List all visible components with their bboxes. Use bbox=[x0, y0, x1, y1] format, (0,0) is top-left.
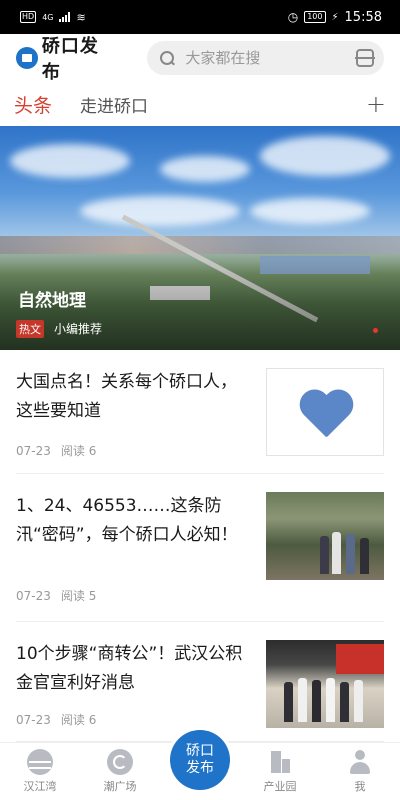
search-bar[interactable] bbox=[147, 41, 384, 75]
person-figure bbox=[360, 538, 369, 574]
logo-badge-icon bbox=[16, 47, 38, 69]
signal-icon bbox=[59, 12, 71, 22]
person-figure bbox=[320, 536, 329, 574]
logo-text: 硚口发布 bbox=[41, 36, 99, 83]
square-icon bbox=[107, 749, 133, 775]
news-item[interactable]: 10个步骤“商转公”！武汉公积金官宣利好消息 07-23 阅读 6 bbox=[16, 622, 384, 742]
alarm-icon: ◷ bbox=[287, 10, 299, 24]
nav-trend-square[interactable]: 潮广场 bbox=[80, 743, 160, 800]
news-title: 10个步骤“商转公”！武汉公积金官宣利好消息 bbox=[16, 644, 243, 693]
news-meta: 07-23 阅读 5 bbox=[16, 587, 96, 604]
status-bar: HD 4G ≋ ◷ 100 ⚡ 15:58 bbox=[0, 0, 400, 34]
charging-icon: ⚡ bbox=[331, 11, 339, 23]
news-item[interactable]: 1、24、46553……这条防汛“密码”，每个硚口人必知！ 07-23 阅读 5 bbox=[16, 474, 384, 622]
network-type: 4G bbox=[42, 12, 54, 22]
scan-icon[interactable] bbox=[355, 49, 375, 67]
cloud-shape bbox=[80, 196, 240, 226]
hd-indicator: HD bbox=[20, 11, 37, 23]
person-figure bbox=[326, 678, 335, 722]
cloud-shape bbox=[250, 198, 370, 224]
news-date: 07-23 bbox=[16, 713, 51, 727]
news-reads: 阅读 6 bbox=[60, 444, 97, 458]
nav-hanjiang-bay[interactable]: 汉江湾 bbox=[0, 743, 80, 800]
cloud-shape bbox=[160, 156, 250, 182]
app-logo[interactable]: 硚口发布 bbox=[16, 32, 117, 84]
center-publish-button[interactable]: 硚口发布 bbox=[170, 730, 230, 790]
nav-me[interactable]: 我 bbox=[320, 743, 400, 800]
cloud-shape bbox=[260, 136, 390, 176]
nav-label: 产业园 bbox=[263, 780, 297, 793]
news-reads: 阅读 6 bbox=[60, 713, 97, 727]
person-figure bbox=[298, 678, 307, 722]
featured-banner[interactable]: 自然地理 热文 小编推荐 bbox=[0, 126, 400, 350]
hot-tag-badge: 热文 bbox=[16, 320, 44, 338]
person-figure bbox=[284, 682, 293, 722]
person-figure bbox=[332, 532, 341, 574]
nav-label: 汉江湾 bbox=[23, 780, 57, 793]
news-title: 1、24、46553……这条防汛“密码”，每个硚口人必知！ bbox=[16, 496, 238, 545]
city-skyline bbox=[0, 236, 400, 254]
channel-tabs: 头条 走进硚口 + bbox=[0, 82, 400, 126]
banner-title: 自然地理 bbox=[18, 291, 86, 311]
tab-headlines[interactable]: 头条 bbox=[14, 91, 52, 118]
person-figure bbox=[354, 680, 363, 722]
bay-icon bbox=[27, 749, 53, 775]
nav-label: 我 bbox=[354, 780, 366, 793]
heart-icon bbox=[297, 391, 355, 443]
news-thumbnail bbox=[266, 492, 384, 580]
red-banner-sign bbox=[336, 644, 384, 674]
person-figure bbox=[312, 680, 321, 722]
app-header: 硚口发布 bbox=[0, 32, 400, 84]
news-thumbnail bbox=[266, 640, 384, 728]
status-time: 15:58 bbox=[344, 9, 382, 25]
search-input[interactable] bbox=[185, 49, 346, 67]
news-thumbnail bbox=[266, 368, 384, 456]
park-icon bbox=[267, 749, 293, 775]
carousel-indicator bbox=[373, 328, 378, 333]
nav-industrial-park[interactable]: 产业园 bbox=[240, 743, 320, 800]
news-date: 07-23 bbox=[16, 444, 51, 458]
news-meta: 07-23 阅读 6 bbox=[16, 711, 96, 728]
person-figure bbox=[346, 534, 355, 574]
cloud-shape bbox=[10, 144, 130, 178]
news-date: 07-23 bbox=[16, 589, 51, 603]
tab-discover-qiaokou[interactable]: 走进硚口 bbox=[80, 92, 148, 117]
search-icon bbox=[159, 50, 175, 66]
banner-source: 小编推荐 bbox=[54, 322, 103, 336]
battery-indicator: 100 bbox=[304, 11, 326, 23]
wifi-icon: ≋ bbox=[76, 10, 86, 24]
add-channel-icon[interactable]: + bbox=[366, 90, 386, 118]
person-figure bbox=[340, 682, 349, 722]
news-title: 大国点名！关系每个硚口人，这些要知道 bbox=[16, 372, 237, 421]
news-reads: 阅读 5 bbox=[60, 589, 97, 603]
me-icon bbox=[347, 749, 373, 775]
news-item[interactable]: 大国点名！关系每个硚口人，这些要知道 07-23 阅读 6 bbox=[16, 350, 384, 474]
news-meta: 07-23 阅读 6 bbox=[16, 442, 96, 459]
nav-label: 潮广场 bbox=[103, 780, 137, 793]
